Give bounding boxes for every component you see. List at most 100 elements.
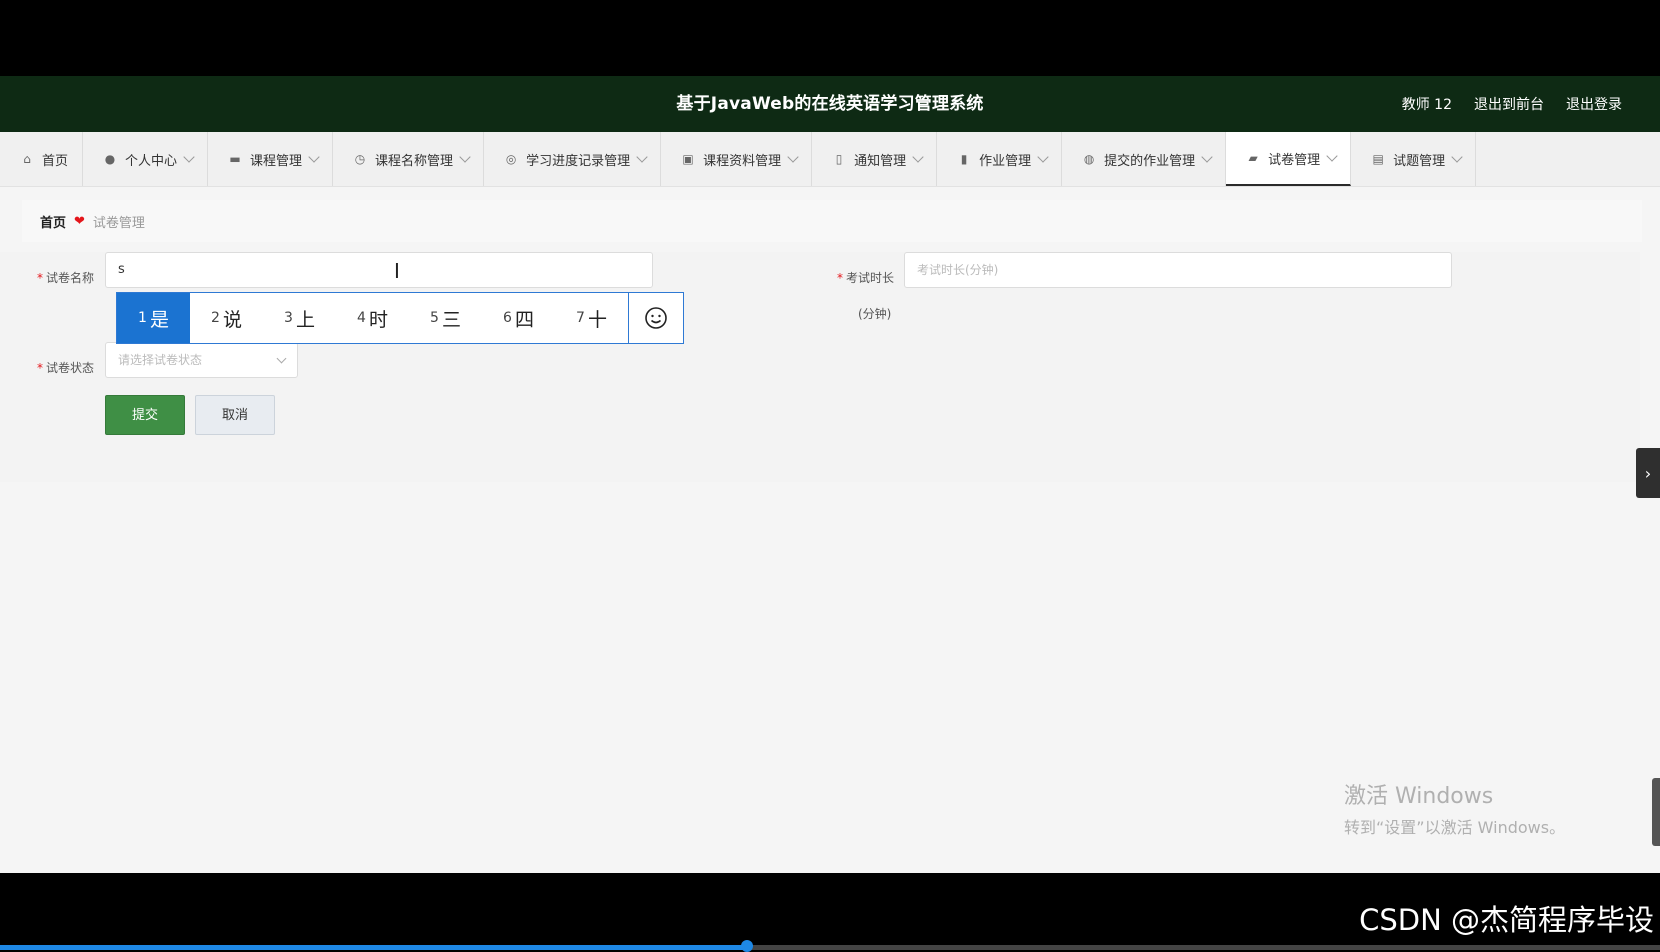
nav-item-6[interactable]: ▯ 通知管理 xyxy=(812,132,938,186)
nav-item-0[interactable]: ⌂ 首页 xyxy=(0,132,84,186)
heart-icon: ❤ xyxy=(74,213,85,229)
back-to-front-link[interactable]: 退出到前台 xyxy=(1474,94,1544,114)
book-icon: ▬ xyxy=(229,152,241,166)
home-icon: ⌂ xyxy=(23,152,31,166)
status-label: * 试卷状态 xyxy=(36,361,94,375)
chevron-down-icon xyxy=(912,151,924,163)
chevron-right-icon: › xyxy=(1644,463,1652,483)
ime-candidate-text: 是 xyxy=(149,308,169,331)
smiley-icon xyxy=(645,307,667,329)
status-select-placeholder: 请选择试卷状态 xyxy=(118,353,203,367)
breadcrumb-home[interactable]: 首页 xyxy=(40,212,66,231)
nav-item-label: 试卷管理 xyxy=(1268,152,1321,168)
paper-form: * 试卷名称 s * 考试时长 考试时长(分钟) (分钟) * 试卷状态 请选择试卷状… xyxy=(0,252,1640,482)
chevron-down-icon xyxy=(1451,151,1463,163)
side-expand-tab[interactable]: › xyxy=(1636,448,1660,498)
ime-candidate-text: 四 xyxy=(514,308,534,331)
ime-candidate-text: 时 xyxy=(368,308,388,331)
nav-item-label: 作业管理 xyxy=(979,153,1032,169)
user-icon: ● xyxy=(104,152,116,166)
clipboard-icon: ▤ xyxy=(1372,152,1384,166)
bar-chart-icon: ▮ xyxy=(960,152,968,166)
ime-candidate[interactable]: 7十 xyxy=(555,293,628,343)
ime-candidate[interactable]: 3上 xyxy=(263,293,336,343)
ime-candidate-number: 4 xyxy=(357,310,366,326)
nav-item-7[interactable]: ▮ 作业管理 xyxy=(937,132,1063,186)
bell-icon: ▯ xyxy=(835,152,843,166)
chevron-down-icon xyxy=(183,151,195,163)
nav-item-3[interactable]: ◷ 课程名称管理 xyxy=(333,132,485,186)
ime-candidate[interactable]: 4时 xyxy=(336,293,409,343)
logout-link[interactable]: 退出登录 xyxy=(1566,94,1622,114)
nav-item-8[interactable]: ◍ 提交的作业管理 xyxy=(1062,132,1227,186)
compass-icon: ◎ xyxy=(505,152,517,166)
duration-label: * 考试时长 xyxy=(836,271,894,285)
ime-candidate[interactable]: 2说 xyxy=(190,293,263,343)
app-window: 基于JavaWeb的在线英语学习管理系统 教师 12 退出到前台 退出登录 ⌂ 首… xyxy=(0,76,1660,873)
header-links: 教师 12 退出到前台 退出登录 xyxy=(1402,76,1622,132)
chevron-down-icon xyxy=(308,151,320,163)
nav-item-1[interactable]: ● 个人中心 xyxy=(83,132,209,186)
chevron-down-icon xyxy=(1326,150,1338,162)
video-progress-knob[interactable] xyxy=(741,940,753,952)
paper-name-input[interactable]: s xyxy=(105,252,653,288)
status-select[interactable]: 请选择试卷状态 xyxy=(105,342,298,378)
nav-item-label: 试题管理 xyxy=(1393,153,1446,169)
top-header: 基于JavaWeb的在线英语学习管理系统 教师 12 退出到前台 退出登录 xyxy=(0,76,1660,132)
chevron-down-icon xyxy=(276,353,287,364)
chevron-down-icon xyxy=(1037,151,1049,163)
ime-candidate-text: 三 xyxy=(441,308,461,331)
nav-item-label: 课程名称管理 xyxy=(375,153,454,169)
main-nav: ⌂ 首页 ● 个人中心 ▬ 课程管理 ◷ 课程名称管理 ◎ 学习进度记录管理 ▣ 课程资料管理 ▯ 通知管… xyxy=(0,132,1660,187)
paper-name-label: * 试卷名称 xyxy=(36,271,94,285)
globe-icon: ◍ xyxy=(1083,152,1095,166)
nav-item-label: 课程管理 xyxy=(250,153,303,169)
ime-candidate[interactable]: 1是 xyxy=(117,293,190,343)
chevron-down-icon xyxy=(459,151,471,163)
ime-candidate-window: 1是2说3上4时5三6四7十 xyxy=(116,292,684,344)
text-cursor-icon: I xyxy=(394,259,400,283)
nav-item-2[interactable]: ▬ 课程管理 xyxy=(208,132,334,186)
ime-candidate[interactable]: 6四 xyxy=(482,293,555,343)
watermark-line1: 激活 Windows xyxy=(1344,784,1494,809)
ime-candidate-text: 十 xyxy=(587,308,607,331)
nav-item-9[interactable]: ▰ 试卷管理 xyxy=(1226,132,1352,186)
chevron-down-icon xyxy=(1201,151,1213,163)
ime-candidate-text: 说 xyxy=(222,308,242,331)
ime-candidate[interactable]: 5三 xyxy=(409,293,482,343)
breadcrumb: 首页 ❤ 试卷管理 xyxy=(22,200,1642,242)
nav-item-label: 课程资料管理 xyxy=(703,153,782,169)
windows-activation-watermark: 激活 Windows 转到“设置”以激活 Windows。 xyxy=(1344,778,1565,838)
ime-candidate-number: 2 xyxy=(211,310,220,326)
submit-button[interactable]: 提交 xyxy=(105,395,185,435)
nav-item-label: 首页 xyxy=(42,153,69,169)
breadcrumb-current: 试卷管理 xyxy=(92,215,145,231)
nav-item-5[interactable]: ▣ 课程资料管理 xyxy=(661,132,813,186)
ime-candidate-number: 1 xyxy=(138,310,147,326)
nav-item-4[interactable]: ◎ 学习进度记录管理 xyxy=(484,132,662,186)
nav-item-label: 个人中心 xyxy=(125,153,178,169)
message-icon: ▰ xyxy=(1248,151,1258,165)
nav-item-10[interactable]: ▤ 试题管理 xyxy=(1351,132,1477,186)
nav-item-label: 通知管理 xyxy=(854,153,907,169)
ime-candidate-text: 上 xyxy=(295,308,315,331)
ime-candidate-number: 6 xyxy=(503,310,512,326)
ime-candidate-number: 5 xyxy=(430,310,439,326)
csdn-watermark: CSDN @杰简程序毕设 xyxy=(1359,903,1654,937)
watermark-line2: 转到“设置”以激活 Windows。 xyxy=(1344,818,1566,837)
briefcase-icon: ▣ xyxy=(682,152,694,166)
nav-item-label: 学习进度记录管理 xyxy=(526,153,631,169)
current-user: 教师 12 xyxy=(1401,97,1452,113)
video-progress-fill xyxy=(0,945,747,950)
ime-candidate-number: 7 xyxy=(576,310,585,326)
cancel-button[interactable]: 取消 xyxy=(195,395,275,435)
chevron-down-icon xyxy=(787,151,799,163)
ime-emoji-button[interactable] xyxy=(628,293,683,343)
clock-icon: ◷ xyxy=(354,152,366,166)
duration-input[interactable]: 考试时长(分钟) xyxy=(904,252,1452,288)
duration-unit: (分钟) xyxy=(858,307,892,321)
ime-candidate-number: 3 xyxy=(284,310,293,326)
nav-item-label: 提交的作业管理 xyxy=(1104,153,1196,169)
side-scroll-handle[interactable] xyxy=(1652,778,1660,846)
chevron-down-icon xyxy=(636,151,648,163)
